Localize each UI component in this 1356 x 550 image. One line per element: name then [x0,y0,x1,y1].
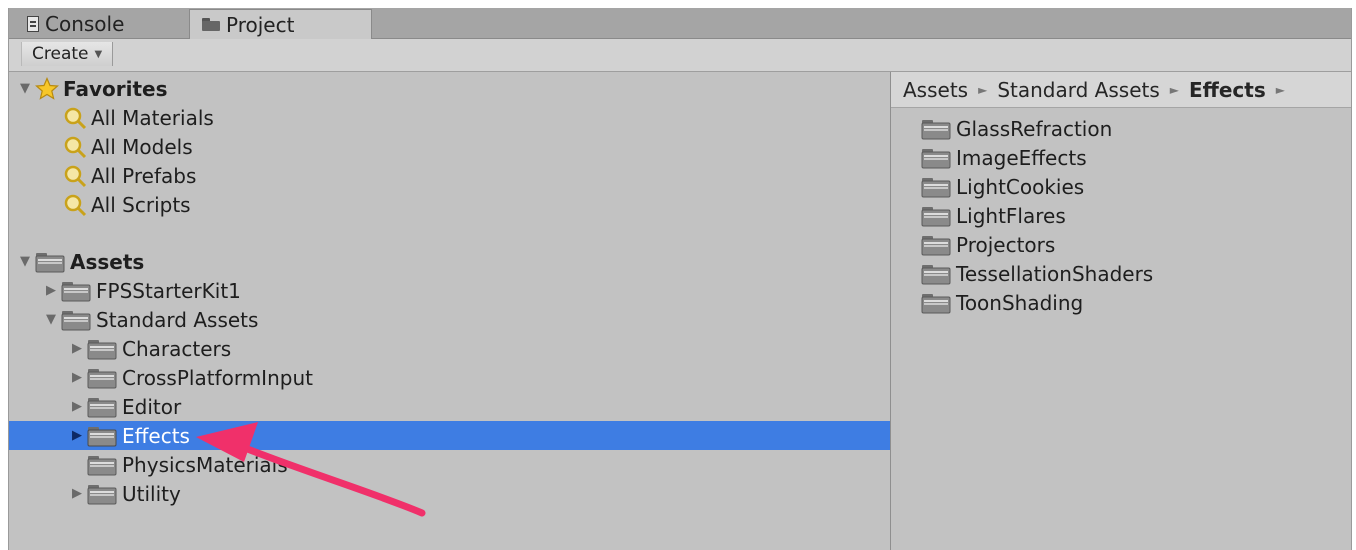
star-icon [35,76,59,100]
breadcrumb-item[interactable]: Standard Assets [997,78,1159,102]
chevron-down-icon: ▼ [94,48,103,60]
create-button-label: Create [32,44,89,64]
create-button[interactable]: Create ▼ [21,42,114,66]
folder-item[interactable]: GlassRefraction [921,114,1112,143]
folder-item-label: ToonShading [956,290,1084,315]
folder-item-label: ImageEffects [956,145,1087,170]
expand-arrow-icon[interactable]: ▼ [43,312,59,327]
folder-icon [87,368,117,388]
search-icon [64,107,87,129]
tab-console-label: Console [45,12,125,36]
folder-icon [61,281,91,301]
folder-item-label: LightCookies [956,174,1085,199]
tab-project[interactable]: Project [189,9,372,39]
folder-icon [921,293,951,313]
tree-item-all-scripts[interactable]: All Scripts [9,190,890,219]
folder-icon [921,235,951,255]
tree-item-label: Characters [122,336,232,361]
tree-item-label: All Models [91,134,193,159]
folder-icon [921,119,951,139]
console-icon [27,16,39,32]
tree-item-label: All Prefabs [91,163,197,188]
folder-item[interactable]: TessellationShaders [921,259,1153,288]
tree-item-label: Editor [122,394,182,419]
search-icon [64,194,87,216]
tree-item-crossplatforminput[interactable]: ▶ CrossPlatformInput [9,363,890,392]
folder-icon [921,177,951,197]
breadcrumb-separator-icon: ► [1169,82,1179,97]
folder-icon [87,484,117,504]
breadcrumb-item-current[interactable]: Effects [1189,78,1266,102]
tree-item-fpsstarterkit1[interactable]: ▶ FPSStarterKit1 [9,276,890,305]
tree-item-label: FPSStarterKit1 [96,278,241,303]
tree-item-characters[interactable]: ▶ Characters [9,334,890,363]
folder-item-label: Projectors [956,232,1056,257]
tree-item-standard-assets[interactable]: ▼ Standard Assets [9,305,890,334]
folder-icon [35,252,65,272]
tab-project-label: Project [226,12,295,37]
tree-item-label: CrossPlatformInput [122,365,313,390]
project-window: Console Project Create ▼ ▼ Favorites All… [8,8,1352,550]
expand-arrow-icon[interactable]: ▶ [69,370,85,385]
search-icon [64,136,87,158]
folder-tree: ▼ Favorites All Materials All Models All… [9,72,891,550]
tree-item-label: Utility [122,481,181,506]
folder-contents-pane: Assets ► Standard Assets ► Effects ► Gla… [891,72,1351,550]
expand-arrow-icon[interactable]: ▶ [69,428,85,443]
folder-icon [921,264,951,284]
breadcrumb-separator-icon: ► [1275,82,1285,97]
tab-console[interactable]: Console [15,10,183,38]
expand-arrow-icon[interactable]: ▶ [69,341,85,356]
folder-icon [921,206,951,226]
tree-item-label: All Materials [91,105,214,130]
tree-item-utility[interactable]: ▶ Utility [9,479,890,508]
folder-icon [87,455,117,475]
expand-arrow-icon[interactable]: ▶ [69,486,85,501]
breadcrumb-separator-icon: ► [978,82,988,97]
expand-arrow-icon[interactable]: ▶ [69,399,85,414]
tree-item-all-prefabs[interactable]: All Prefabs [9,161,890,190]
tree-item-all-materials[interactable]: All Materials [9,103,890,132]
tree-item-physicsmaterials[interactable]: PhysicsMaterials [9,450,890,479]
breadcrumb-item[interactable]: Assets [903,78,968,102]
expand-arrow-icon[interactable]: ▼ [17,81,33,96]
tree-item-label: Effects [122,423,190,448]
search-icon [64,165,87,187]
folder-icon [87,339,117,359]
project-toolbar: Create ▼ [9,39,1351,72]
tree-item-label: All Scripts [91,192,191,217]
tree-item-favorites[interactable]: ▼ Favorites [9,74,890,103]
tree-item-label: Favorites [63,76,168,101]
folder-item[interactable]: ToonShading [921,288,1083,317]
tree-item-label: Assets [70,249,145,274]
expand-arrow-icon[interactable]: ▼ [17,254,33,269]
tab-strip: Console Project [9,8,1351,39]
folder-icon [202,18,220,31]
folder-item[interactable]: ImageEffects [921,143,1087,172]
tree-item-assets[interactable]: ▼ Assets [9,247,890,276]
tree-item-all-models[interactable]: All Models [9,132,890,161]
tree-item-label: Standard Assets [96,307,259,332]
folder-icon [61,310,91,330]
folder-item[interactable]: LightCookies [921,172,1084,201]
folder-item[interactable]: LightFlares [921,201,1066,230]
expand-arrow-icon[interactable]: ▶ [43,283,59,298]
tree-item-effects[interactable]: ▶ Effects [9,421,890,450]
breadcrumb: Assets ► Standard Assets ► Effects ► [891,72,1351,108]
folder-item-label: TessellationShaders [956,261,1154,286]
tree-item-editor[interactable]: ▶ Editor [9,392,890,421]
folder-item-label: LightFlares [956,203,1066,228]
folder-item-label: GlassRefraction [956,116,1113,141]
folder-item[interactable]: Projectors [921,230,1055,259]
folder-icon [87,397,117,417]
folder-icon [87,426,117,446]
tree-item-label: PhysicsMaterials [122,452,288,477]
folder-icon [921,148,951,168]
